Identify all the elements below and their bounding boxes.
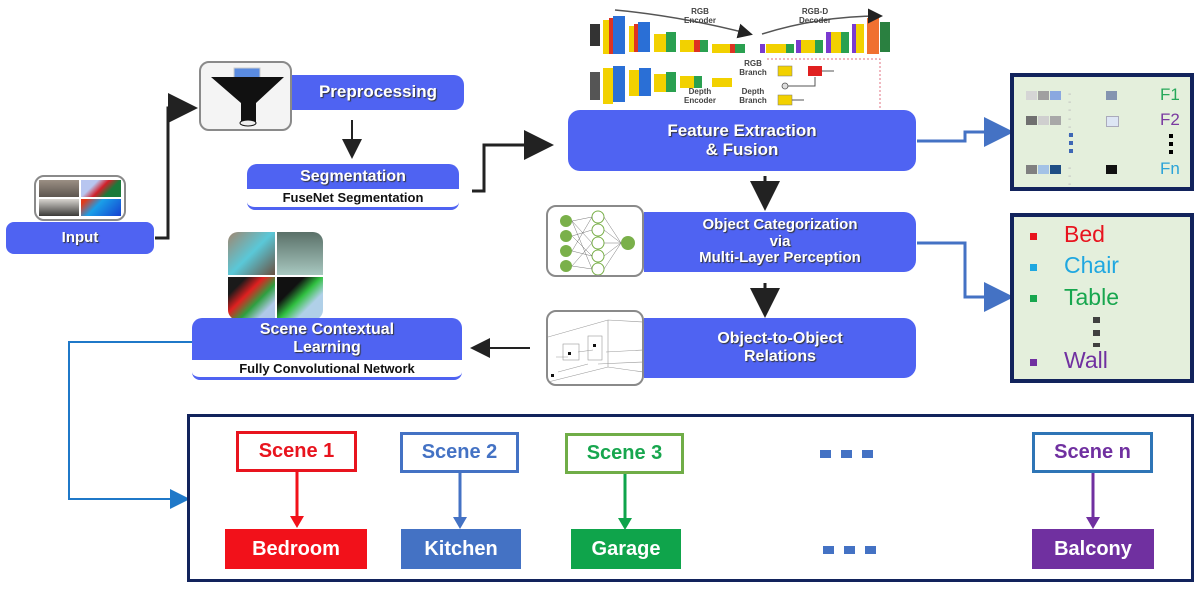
scene-label: Scene 3 — [586, 442, 663, 464]
object-categorization-box: Object Categorization via Multi-Layer Pe… — [644, 212, 916, 272]
rgb-branch-label-1: RGB — [744, 59, 762, 68]
scene-to-class-arrow — [452, 473, 467, 529]
class-label: Garage — [591, 537, 661, 560]
funnel-icon — [199, 61, 292, 131]
object-label-bed: Bed — [1064, 221, 1105, 247]
scene-box: Scene 2 — [400, 432, 519, 473]
class-box: Kitchen — [401, 529, 521, 569]
class-label: Kitchen — [424, 537, 498, 560]
objects-panel: Bed Chair Table Wall — [1010, 213, 1194, 383]
object-relations-line1: Object-to-Object — [717, 330, 843, 348]
preprocessing-box: Preprocessing — [292, 75, 464, 110]
object-categorization-line2: via — [769, 232, 791, 250]
class-box: Bedroom — [225, 529, 367, 569]
features-panel: --- --- --- F1 F2 Fn — [1010, 73, 1194, 191]
scene-segmentation-thumbnail — [228, 232, 323, 320]
feature-extraction-label-line1: Feature Extraction — [667, 120, 817, 140]
scene-box: Scene 1 — [236, 431, 357, 472]
arrow-categorization-to-objects-panel — [917, 241, 1014, 312]
feature-label-f1: F1 — [1160, 85, 1180, 104]
arrow-feature-to-features-panel — [917, 117, 1014, 147]
arrow-input-to-preprocessing — [155, 93, 198, 240]
scene-box: Scene 3 — [565, 433, 684, 474]
depth-encoder-label-1: Depth — [689, 87, 712, 96]
class-label: Balcony — [1054, 537, 1132, 560]
depth-branch-label-1: Depth — [742, 87, 765, 96]
scene-to-class-arrow — [617, 474, 632, 530]
object-relations-line2: Relations — [743, 348, 816, 365]
object-bullet-chair — [1030, 264, 1037, 271]
object-relations-box: Object-to-Object Relations — [644, 318, 916, 378]
segmentation-sublabel: FuseNet Segmentation — [247, 189, 459, 210]
segmentation-label: Segmentation — [300, 167, 406, 185]
preprocessing-label: Preprocessing — [318, 82, 438, 102]
arrow-segmentation-to-feature — [472, 130, 554, 193]
class-box: Balcony — [1032, 529, 1154, 569]
object-bullet-bed — [1030, 233, 1037, 240]
scene-learning-sublabel: Fully Convolutional Network — [192, 360, 462, 380]
rgb-encoder-blocks — [590, 16, 745, 54]
feature-label-fn: Fn — [1160, 159, 1180, 178]
object-categorization-line1: Object Categorization — [702, 216, 858, 234]
object-bullet-table — [1030, 295, 1037, 302]
object-categorization-line3: Multi-Layer Perception — [699, 249, 861, 267]
scene-learning-box: Scene Contextual Learning — [192, 318, 462, 360]
rgb-encoder-label-1: RGB — [691, 7, 709, 16]
class-label: Bedroom — [252, 537, 340, 560]
class-box: Garage — [571, 529, 681, 569]
rgbd-decoder-label-1: RGB-D — [802, 7, 828, 16]
scene-to-class-arrow — [289, 472, 304, 528]
fusenet-architecture-figure: RGB Encoder RGB-D Decoder Depth Encoder … — [590, 2, 890, 110]
object-label-wall: Wall — [1064, 347, 1108, 373]
object-relations-thumbnail — [546, 310, 644, 386]
scene-to-class-arrow — [1085, 473, 1100, 529]
scene-learning-line2: Learning — [293, 339, 361, 356]
object-label-table: Table — [1064, 284, 1119, 310]
rgbd-decoder-label-2: Decoder — [799, 16, 831, 25]
scene-label: Scene 1 — [258, 440, 335, 462]
input-thumbnail — [34, 175, 126, 221]
depth-branch-label-2: Branch — [739, 96, 767, 105]
feature-extraction-box: Feature Extraction & Fusion — [568, 110, 916, 171]
feature-extraction-label-line2: & Fusion — [705, 139, 779, 159]
rgb-branch-label-2: Branch — [739, 68, 767, 77]
scene-box: Scene n — [1032, 432, 1153, 473]
input-box: Input — [6, 222, 154, 254]
feature-label-f2: F2 — [1160, 110, 1180, 129]
rgb-encoder-label-2: Encoder — [684, 16, 716, 25]
scene-learning-line1: Scene Contextual — [259, 321, 395, 339]
object-bullet-wall — [1030, 359, 1037, 366]
object-label-chair: Chair — [1064, 252, 1119, 278]
mlp-network-thumbnail — [546, 205, 644, 277]
scene-label: Scene n — [1054, 441, 1131, 463]
scene-label: Scene 2 — [421, 441, 498, 463]
arrow-scene-to-results — [68, 341, 192, 509]
depth-encoder-label-2: Encoder — [684, 96, 716, 105]
input-label: Input — [61, 228, 99, 246]
segmentation-box: Segmentation — [247, 164, 459, 189]
